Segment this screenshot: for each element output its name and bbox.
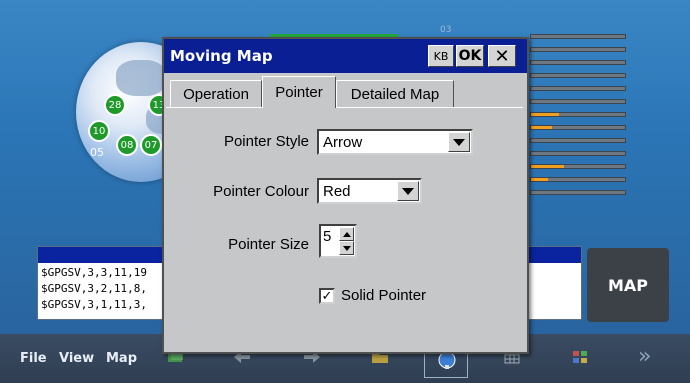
map-button[interactable]: MAP (587, 248, 669, 322)
keyboard-button[interactable]: KB (428, 45, 454, 67)
pointer-colour-value: Red (323, 183, 351, 200)
signal-bar (530, 99, 626, 104)
satellite-marker: 08 (116, 134, 138, 156)
satellite-marker: 05 (90, 146, 104, 159)
pointer-size-value: 5 (323, 228, 332, 245)
pointer-size-stepper[interactable]: 5 (319, 224, 357, 258)
solid-pointer-checkbox[interactable]: ✓ (319, 288, 335, 304)
dialog-titlebar[interactable]: Moving Map KB OK ✕ (164, 39, 527, 73)
tab-operation[interactable]: Operation (170, 80, 262, 107)
bar-top-label: 03 (440, 25, 452, 35)
pointer-tab-panel: Pointer Style Arrow Pointer Colour Red P… (166, 107, 523, 347)
pointer-size-label: Pointer Size (228, 236, 309, 253)
signal-bar-fill (531, 126, 552, 129)
checkmark-icon: ✓ (321, 288, 333, 304)
signal-bar (530, 151, 626, 156)
signal-bar (530, 164, 626, 169)
tab-pointer[interactable]: Pointer (262, 76, 336, 108)
tiles-icon[interactable] (570, 348, 590, 366)
chevron-down-icon[interactable] (448, 132, 470, 152)
close-button[interactable]: ✕ (488, 45, 516, 67)
nmea-line: $GPGSV,3,3,11,19 (41, 266, 147, 279)
menu-file[interactable]: File (20, 351, 47, 366)
satellite-marker: 07 (140, 134, 162, 156)
spin-down-icon[interactable] (339, 241, 354, 255)
pointer-colour-label: Pointer Colour (213, 183, 309, 200)
signal-bar (530, 177, 626, 182)
pointer-colour-select[interactable]: Red (317, 178, 422, 204)
signal-bar (530, 125, 626, 130)
signal-bar (530, 73, 626, 78)
tab-detailed-map[interactable]: Detailed Map (336, 80, 454, 107)
signal-bar-fill (531, 165, 564, 168)
signal-bar (530, 138, 626, 143)
satellite-marker: 10 (88, 120, 110, 142)
pointer-style-value: Arrow (323, 134, 363, 151)
signal-bar (530, 47, 626, 52)
moving-map-dialog: Moving Map KB OK ✕ Operation Pointer Det… (162, 37, 529, 354)
signal-bars (530, 34, 628, 204)
more-chevron-icon[interactable]: » (638, 344, 651, 369)
signal-bar (530, 190, 626, 195)
menu-view[interactable]: View (59, 351, 94, 366)
close-icon: ✕ (494, 45, 510, 67)
chevron-down-icon[interactable] (397, 181, 419, 201)
solid-pointer-label[interactable]: Solid Pointer (341, 287, 426, 304)
menu-map[interactable]: Map (106, 351, 137, 366)
signal-bar (530, 112, 626, 117)
pointer-style-label: Pointer Style (223, 133, 309, 150)
satellite-marker: 28 (104, 94, 126, 116)
ok-button[interactable]: OK (456, 45, 484, 67)
signal-bar (530, 86, 626, 91)
signal-bar-fill (531, 113, 560, 116)
nmea-line: $GPGSV,3,1,11,3, (41, 298, 147, 311)
spin-up-icon[interactable] (339, 227, 354, 241)
signal-bar (530, 34, 626, 39)
dialog-title: Moving Map (170, 47, 273, 65)
nmea-line: $GPGSV,3,2,11,8, (41, 282, 147, 295)
signal-bar-fill (531, 178, 548, 181)
signal-bar (530, 60, 626, 65)
pointer-style-select[interactable]: Arrow (317, 129, 473, 155)
